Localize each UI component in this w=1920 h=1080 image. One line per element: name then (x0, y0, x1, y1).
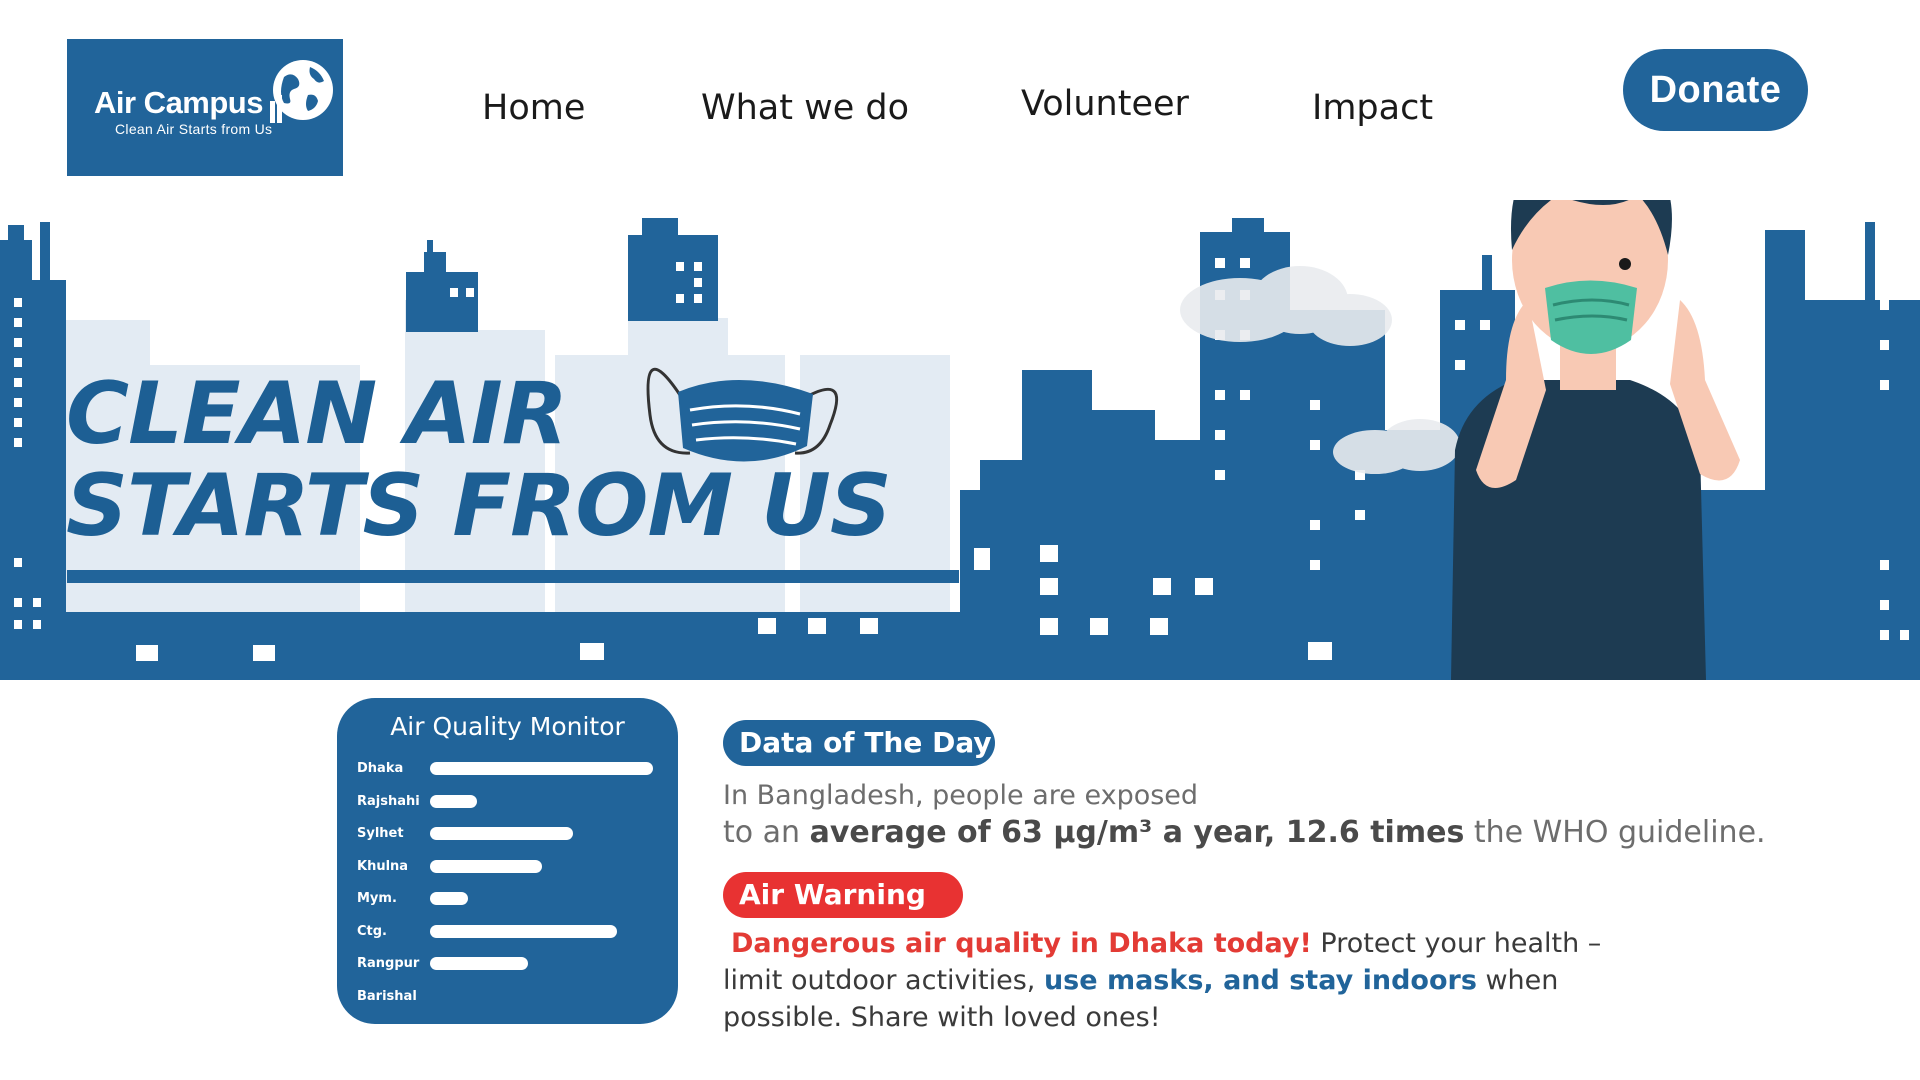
air-warning-line1: Dangerous air quality in Dhaka today! Pr… (723, 925, 1601, 962)
nav-impact[interactable]: Impact (1312, 88, 1433, 128)
aqm-city-label: Rangpur (357, 956, 420, 971)
air-warning-alert: Dangerous air quality in Dhaka today! (731, 928, 1312, 959)
aqm-city-label: Barishal (357, 988, 417, 1004)
aqm-title: Air Quality Monitor (390, 712, 625, 741)
aqm-bar-track (430, 990, 653, 1003)
aqm-level-bar (430, 762, 653, 775)
hero-underline (67, 570, 959, 583)
nav-what-we-do[interactable]: What we do (701, 88, 909, 128)
aqm-level-bar (430, 957, 528, 970)
data-of-day-highlight: average of 63 μg/m³ a year, 12.6 times (809, 815, 1465, 850)
aqm-bar-track (430, 892, 653, 905)
data-of-day-badge: Data of The Day (723, 720, 995, 766)
nav-home[interactable]: Home (482, 88, 585, 128)
data-of-day-line1: In Bangladesh, people are exposed (723, 780, 1199, 811)
aqm-level-bar (430, 827, 573, 840)
aqm-row: Rangpur (357, 954, 657, 974)
aqm-bar-track (430, 924, 653, 938)
aqm-row: Barishal (357, 987, 657, 1007)
aqm-bar-track (430, 794, 653, 808)
logo-title: Air Campus (94, 85, 263, 120)
aqm-row: Dhaka (357, 759, 657, 779)
air-warning-line3: possible. Share with loved ones! (723, 1002, 1161, 1033)
aqm-row: Mym. (357, 889, 657, 909)
hero-title: CLEAN AIR STARTS FROM US (66, 364, 892, 556)
aqm-city-label: Khulna (357, 858, 409, 874)
logo-tagline: Clean Air Starts from Us (115, 121, 273, 137)
air-warning-highlight: use masks, and stay indoors (1043, 965, 1477, 996)
data-of-day-line2: to an average of 63 μg/m³ a year, 12.6 t… (723, 815, 1766, 850)
aqm-city-label: Rajshahi (357, 793, 420, 809)
nav-volunteer[interactable]: Volunteer (1021, 84, 1189, 124)
aqm-city-label: Mym. (357, 891, 397, 906)
aqm-level-bar (430, 924, 617, 938)
aqm-city-label: Dhaka (357, 761, 404, 776)
aqm-city-label: Ctg. (357, 923, 387, 939)
logo[interactable]: Air Campus Clean Air Starts from Us (67, 39, 343, 176)
hero-title-line2: STARTS FROM US (66, 456, 892, 556)
aqm-level-bar (430, 859, 542, 873)
aqm-city-label: Sylhet (357, 826, 404, 841)
person-illustration (1451, 200, 1740, 680)
donate-button[interactable]: Donate (1623, 49, 1808, 131)
aqm-row: Khulna (357, 857, 657, 877)
aqm-bar-track (430, 957, 653, 970)
aqm-level-bar (430, 892, 468, 905)
aqm-row: Ctg. (357, 922, 657, 942)
globe-icon (270, 60, 333, 123)
aqm-bar-track (430, 762, 653, 775)
aqm-level-bar (430, 794, 477, 808)
air-warning-badge: Air Warning (723, 872, 963, 918)
aqm-row: Rajshahi (357, 792, 657, 812)
aqm-bar-track (430, 859, 653, 873)
aqm-bar-track (430, 827, 653, 840)
air-warning-line2: limit outdoor activities, use masks, and… (723, 965, 1559, 996)
aqm-row: Sylhet (357, 824, 657, 844)
hero-title-line1: CLEAN AIR (66, 364, 568, 464)
air-quality-monitor: Air Quality Monitor Dhaka Rajshahi Sylhet K… (337, 698, 678, 1024)
